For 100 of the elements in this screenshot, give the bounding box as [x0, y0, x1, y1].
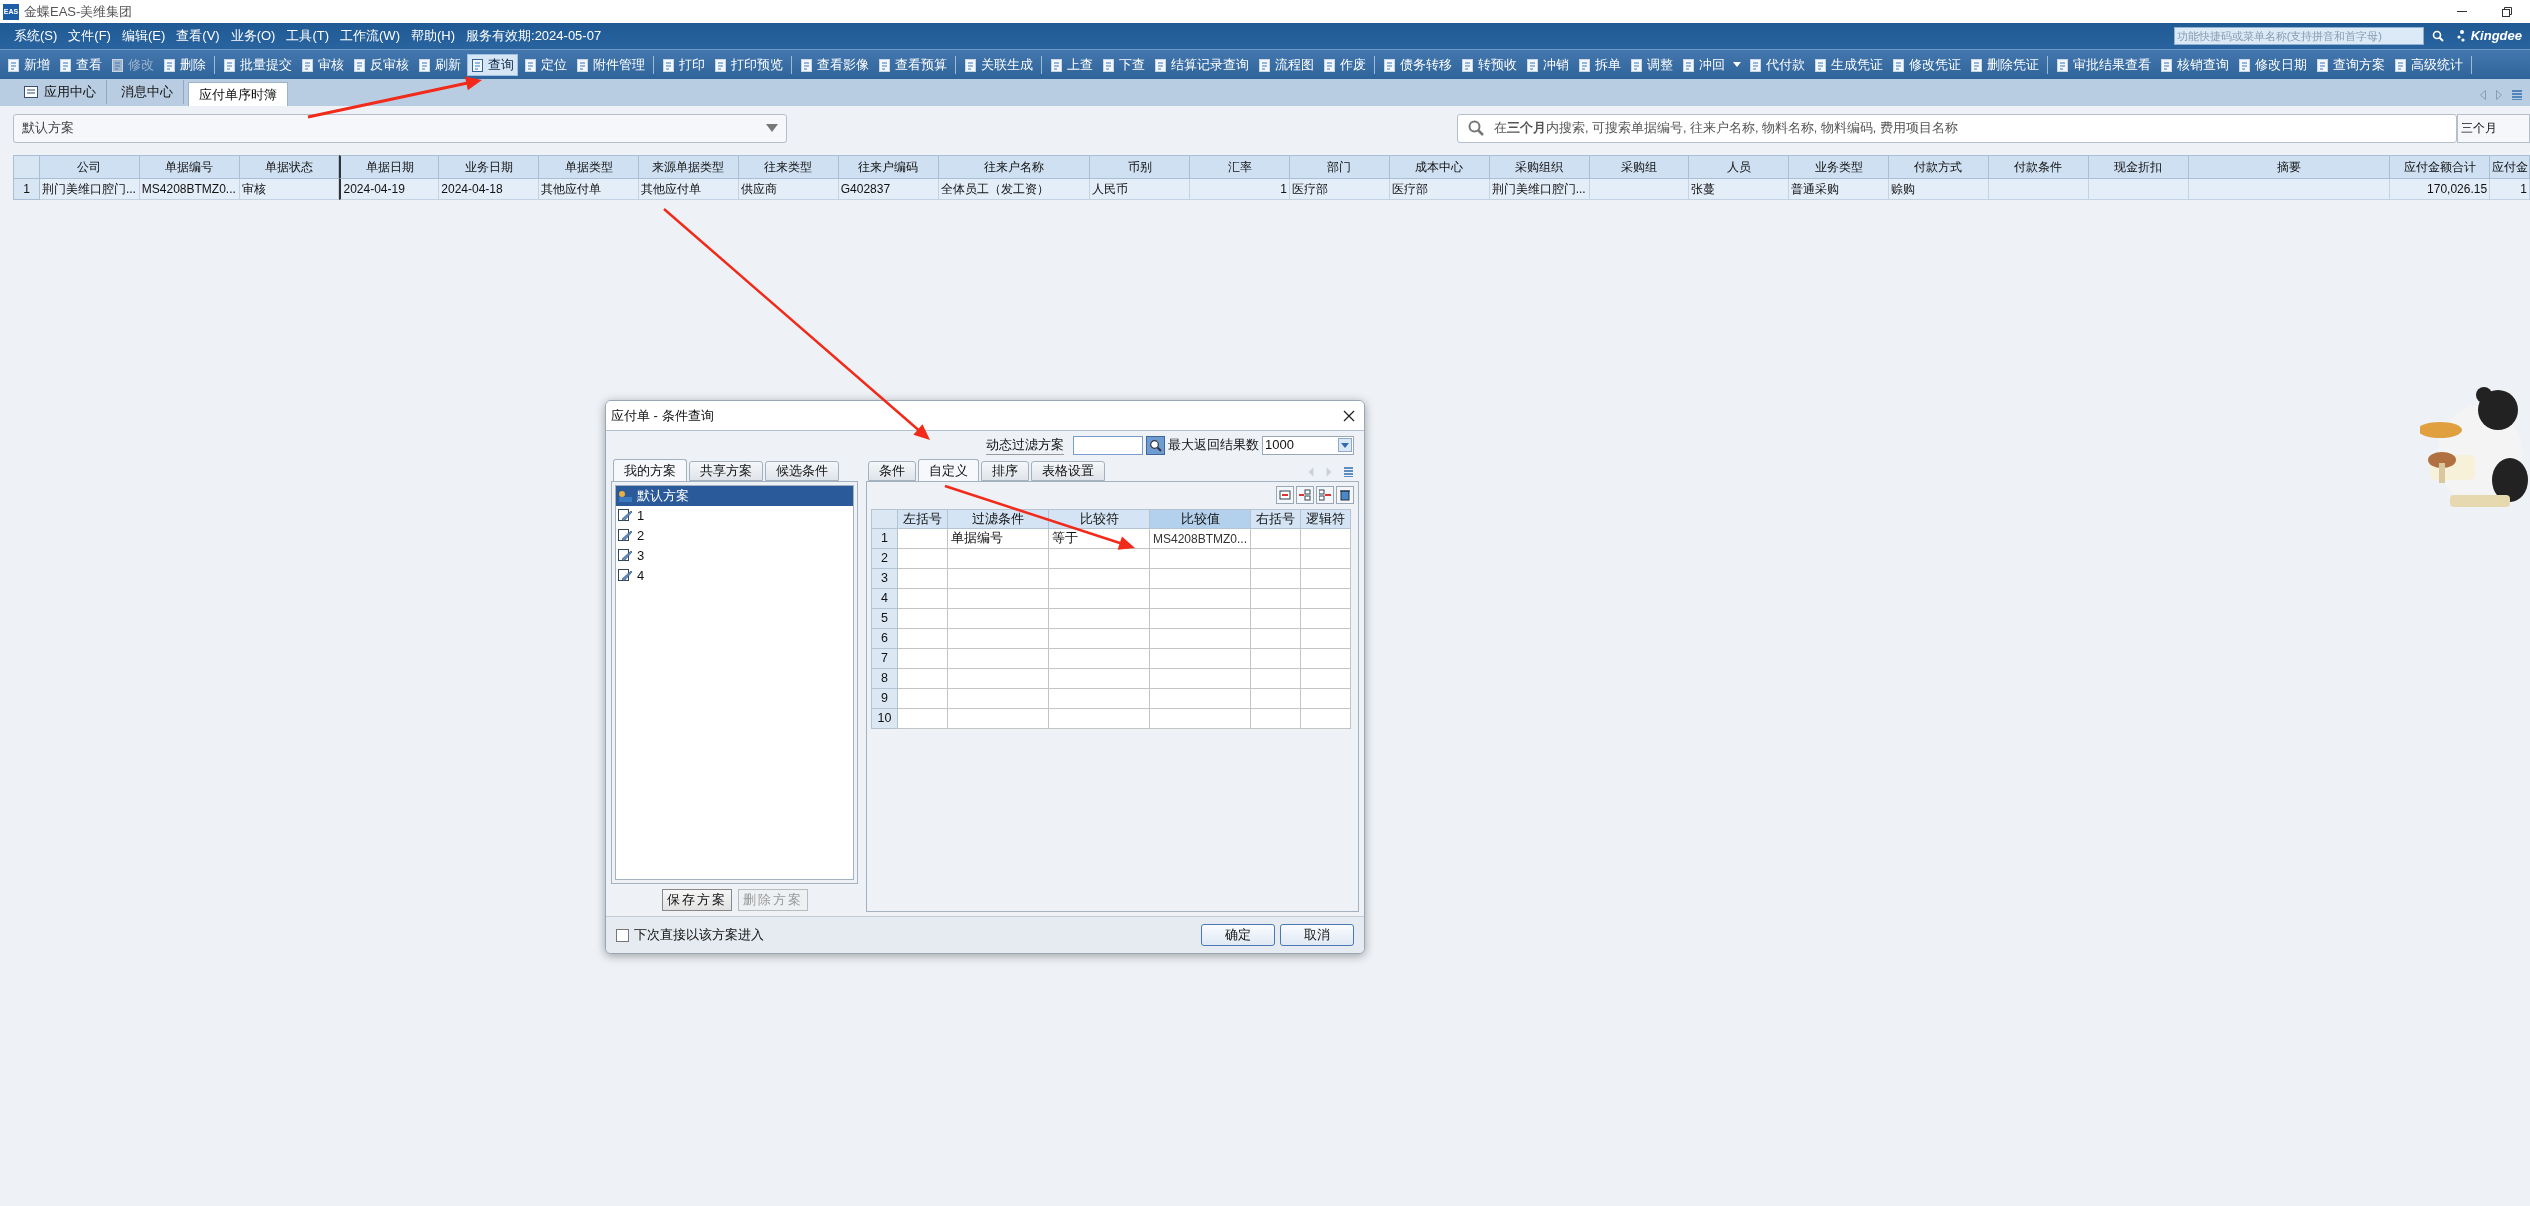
grid-cell[interactable] [1049, 649, 1150, 669]
grid-cell[interactable]: 单据编号 [948, 529, 1049, 549]
toolbar-button[interactable]: 反审核 [350, 53, 412, 76]
grid-cell[interactable] [948, 569, 1049, 589]
search-button[interactable] [2430, 29, 2445, 43]
column-header[interactable]: 左括号 [898, 509, 948, 529]
grid-cell[interactable] [1150, 609, 1251, 629]
grid-cell[interactable] [1049, 549, 1150, 569]
grid-cell[interactable] [1251, 609, 1301, 629]
grid-cell[interactable] [948, 649, 1049, 669]
grid-cell[interactable] [1049, 589, 1150, 609]
toolbar-button[interactable]: 下查 [1099, 53, 1148, 76]
grid-cell[interactable] [1150, 709, 1251, 729]
scheme-item[interactable]: 3 [616, 546, 853, 566]
column-header[interactable]: 逻辑符 [1301, 509, 1351, 529]
grid-cell[interactable] [1301, 549, 1351, 569]
grid-cell[interactable] [1150, 629, 1251, 649]
next-button[interactable] [2496, 90, 2502, 100]
toolbar-button[interactable]: 定位 [521, 53, 570, 76]
column-header[interactable]: 业务日期 [439, 155, 540, 179]
grid-cell[interactable] [1150, 649, 1251, 669]
menu-item[interactable]: 工作流(W) [340, 26, 400, 46]
grid-cell[interactable] [1301, 689, 1351, 709]
tab[interactable]: 条件 [868, 461, 916, 481]
scheme-item[interactable]: 默认方案 [616, 486, 853, 506]
column-header[interactable]: 来源单据类型 [639, 155, 739, 179]
scheme-item[interactable]: 1 [616, 506, 853, 526]
toolbar-button[interactable]: 流程图 [1255, 53, 1317, 76]
grid-cell[interactable] [948, 689, 1049, 709]
tab[interactable]: 排序 [981, 461, 1029, 481]
grid-cell[interactable] [948, 629, 1049, 649]
toolbar-button[interactable]: 生成凭证 [1811, 53, 1886, 76]
toolbar-button[interactable]: 查看影像 [797, 53, 872, 76]
grid-cell[interactable] [898, 649, 948, 669]
menu-item[interactable]: 编辑(E) [121, 26, 166, 46]
toolbar-button[interactable]: 冲销 [1523, 53, 1572, 76]
column-header[interactable]: 单据类型 [539, 155, 639, 179]
range-button[interactable]: 三个月 [2457, 113, 2530, 143]
grid-cell[interactable] [898, 689, 948, 709]
grid-cell[interactable] [948, 669, 1049, 689]
toolbar-button[interactable]: 结算记录查询 [1151, 53, 1252, 76]
scheme-item[interactable]: 4 [616, 566, 853, 586]
toolbar-button[interactable]: 核销查询 [2157, 53, 2232, 76]
table-row[interactable]: 1 荆门美维口腔门... MS4208BTMZ0... 审核 2024-04-19 2024-04-18 其他应付单 其他应付单 供应商 G402837 全体员工（发工资） 人民币 1 医疗部 医疗部 荆门美维口腔门... 张蔓 普通采购 赊购 170,026.15 1 [13, 179, 2530, 200]
toolbar-button[interactable]: 修改凭证 [1889, 53, 1964, 76]
toolbar-button[interactable]: 转预收 [1458, 53, 1520, 76]
grid-cell[interactable] [1049, 669, 1150, 689]
toolbar-button[interactable]: 审批结果查看 [2053, 53, 2154, 76]
search-field[interactable]: 在三个月内搜索, 可搜索单据编号, 往来户名称, 物料名称, 物料编码, 费用项目名称 [1457, 113, 2457, 143]
grid-cell[interactable] [898, 669, 948, 689]
grid-tool-button[interactable] [1336, 486, 1354, 504]
save-scheme-button[interactable]: 保存方案 [661, 889, 732, 911]
list-button[interactable] [1344, 467, 1353, 477]
grid-cell[interactable] [1301, 709, 1351, 729]
toolbar-button[interactable]: 关联生成 [961, 53, 1036, 76]
column-header[interactable]: 应付金额合计 [2390, 155, 2491, 179]
grid-cell[interactable]: MS4208BTMZ0... [1150, 529, 1251, 549]
tab[interactable]: 自定义 [918, 459, 979, 481]
grid-cell[interactable] [948, 549, 1049, 569]
grid-cell[interactable] [1251, 549, 1301, 569]
toolbar-button[interactable]: 审核 [298, 53, 347, 76]
grid-cell[interactable] [1251, 629, 1301, 649]
grid-cell[interactable] [1301, 669, 1351, 689]
previous-button[interactable] [2480, 90, 2486, 100]
column-header[interactable]: 往来户名称 [938, 155, 1091, 179]
column-header[interactable]: 摘要 [2188, 155, 2391, 179]
grid-tool-button[interactable] [1296, 486, 1314, 504]
column-header[interactable]: 比较值 [1150, 509, 1251, 529]
toolbar-button[interactable]: 刷新 [415, 53, 464, 76]
grid-cell[interactable] [1251, 569, 1301, 589]
grid-cell[interactable] [1301, 529, 1351, 549]
column-header[interactable]: 币别 [1090, 155, 1191, 179]
column-header[interactable]: 业务类型 [1789, 155, 1890, 179]
grid-cell[interactable] [1150, 669, 1251, 689]
grid-cell[interactable] [898, 589, 948, 609]
column-header[interactable]: 采购组织 [1489, 155, 1590, 179]
toolbar-button[interactable]: 债务转移 [1380, 53, 1455, 76]
grid-cell[interactable] [1301, 569, 1351, 589]
column-header[interactable]: 公司 [39, 155, 140, 179]
tab[interactable]: 候选条件 [765, 461, 839, 481]
tab[interactable]: 共享方案 [689, 461, 763, 481]
column-header[interactable]: 成本中心 [1389, 155, 1490, 179]
toolbar-button[interactable]: 打印预览 [711, 53, 786, 76]
toolbar-button[interactable]: 拆单 [1575, 53, 1624, 76]
tab[interactable]: 应付单序时簿 [188, 82, 288, 106]
grid-cell[interactable] [1251, 529, 1301, 549]
grid-cell[interactable] [898, 529, 948, 549]
toolbar-button[interactable]: 附件管理 [573, 53, 648, 76]
toolbar-button[interactable]: 新增 [4, 53, 53, 76]
toolbar-button[interactable]: 冲回 [1679, 53, 1728, 76]
grid-cell[interactable] [1301, 629, 1351, 649]
grid-cell[interactable] [1150, 689, 1251, 709]
menu-item[interactable]: 查看(V) [176, 26, 220, 46]
column-header[interactable]: 往来类型 [738, 155, 839, 179]
filter-scheme-field[interactable] [1073, 435, 1143, 455]
quick-search-field[interactable]: 功能快捷码或菜单名称(支持拼音和首字母) [2173, 27, 2424, 45]
tab[interactable]: 消息中心 [111, 80, 184, 104]
grid-cell[interactable] [1150, 589, 1251, 609]
grid-cell[interactable] [1150, 549, 1251, 569]
menu-item[interactable]: 文件(F) [68, 26, 111, 46]
